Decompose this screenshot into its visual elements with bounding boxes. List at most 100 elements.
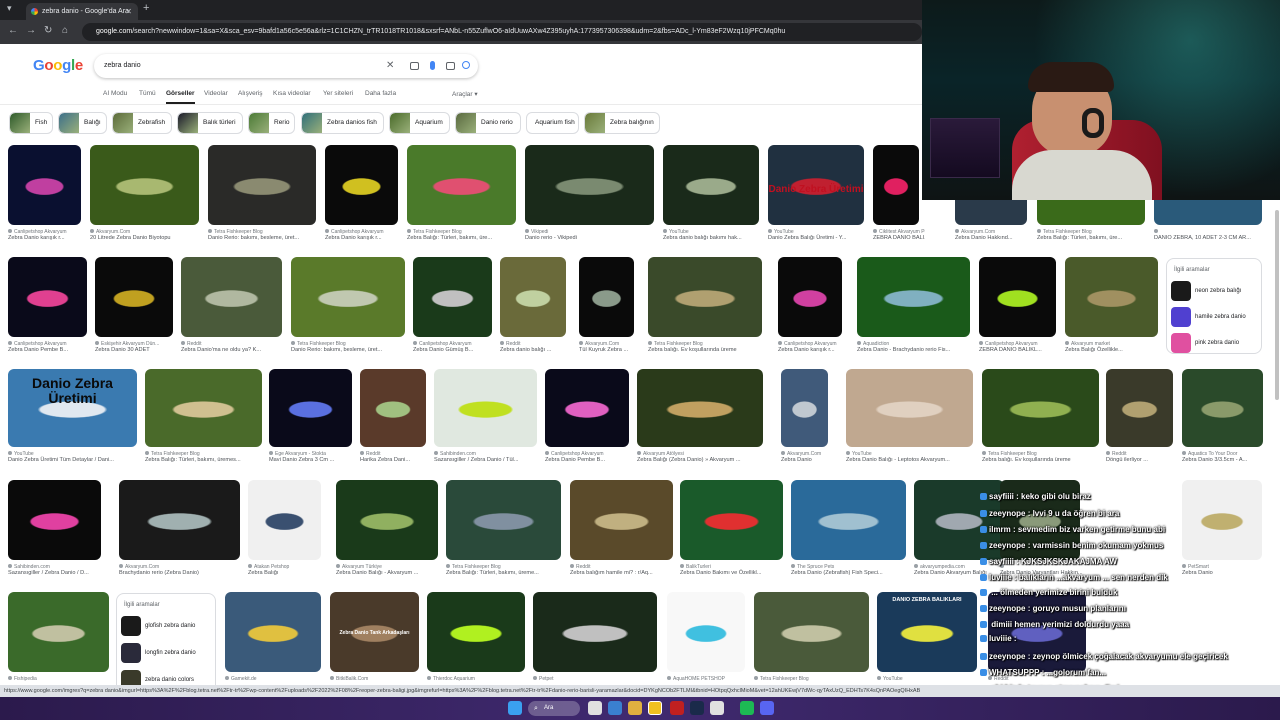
file-explorer-icon[interactable] bbox=[628, 701, 642, 715]
home-icon[interactable]: ⌂ bbox=[62, 25, 68, 36]
image-result-thumbnail[interactable] bbox=[446, 480, 561, 560]
image-result-caption[interactable]: Akvaryum Atölyesi Zebra Balığı (Zebra Dan… bbox=[637, 451, 769, 463]
image-result-thumbnail[interactable] bbox=[754, 592, 869, 672]
image-result-caption[interactable]: Reddit Döngü ilerliyor ... bbox=[1106, 451, 1179, 463]
image-result-caption[interactable]: YouTube Danio Zebra Balığı Üretimi - Y... bbox=[768, 229, 870, 241]
chip-danio-rerio[interactable]: Danio rerio bbox=[455, 112, 521, 134]
forward-icon[interactable]: → bbox=[26, 25, 36, 36]
image-result-caption[interactable]: Ege Akvaryum - Stokta Mavi Danio Zebra 3 … bbox=[269, 451, 358, 463]
image-result-caption[interactable]: Canlipetshop Akvaryum Zebra Danio Pembe B… bbox=[545, 451, 635, 463]
image-result-thumbnail[interactable] bbox=[857, 257, 970, 337]
chip-aquarium[interactable]: Aquarium bbox=[389, 112, 450, 134]
image-result-caption[interactable]: Akvaryum.Com Brachydanio rerio (Zebra Dan… bbox=[119, 564, 246, 576]
task-view-icon[interactable] bbox=[588, 701, 602, 715]
image-result-thumbnail[interactable] bbox=[8, 145, 81, 225]
tab-tümü[interactable]: Tümü bbox=[139, 90, 156, 97]
image-result-thumbnail[interactable] bbox=[680, 480, 783, 560]
image-result-caption[interactable]: Tetra Fishkeeper Blog Zebra balığı. Ev ko… bbox=[648, 341, 768, 353]
image-result-thumbnail[interactable] bbox=[1182, 369, 1263, 447]
steam-icon[interactable] bbox=[690, 701, 704, 715]
image-result-thumbnail[interactable] bbox=[90, 145, 199, 225]
image-result-caption[interactable]: Canlipetshop Akvaryum Zebra Danio Pembe B… bbox=[8, 341, 93, 353]
image-result-caption[interactable]: YouTube bbox=[877, 676, 983, 682]
image-result-caption[interactable]: The Spruce Pets Zebra Danio (Zebrafish) F… bbox=[791, 564, 912, 576]
tab-ai-modu[interactable]: AI Modu bbox=[103, 90, 127, 97]
image-result-caption[interactable]: Petpet bbox=[533, 676, 663, 682]
image-result-thumbnail[interactable] bbox=[791, 480, 906, 560]
new-tab-button[interactable]: + bbox=[143, 2, 149, 14]
image-result-thumbnail[interactable] bbox=[325, 145, 398, 225]
image-result-caption[interactable]: Atakan Petshop Zebra Balığı bbox=[248, 564, 327, 576]
tab-search-icon[interactable]: ▾ bbox=[7, 3, 12, 14]
image-result-thumbnail[interactable] bbox=[413, 257, 492, 337]
chip-zebrafish[interactable]: Zebrafish bbox=[112, 112, 172, 134]
image-result-caption[interactable]: Tetra Fishkeeper Blog Zebra balığı. Ev ko… bbox=[982, 451, 1105, 463]
image-result-caption[interactable]: Eskişehir Akvaryum Dün... Zebra Danio 30 … bbox=[95, 341, 179, 353]
image-result-thumbnail[interactable] bbox=[570, 480, 673, 560]
related-item[interactable]: neon zebra balığı bbox=[1171, 281, 1263, 301]
related-item[interactable]: hamile zebra danio bbox=[1171, 307, 1263, 327]
image-result-caption[interactable]: BalikTurleri Zebra Danio Bakımı ve Özelli… bbox=[680, 564, 789, 576]
image-result-caption[interactable]: Akvaryum.Com Tül Kuyruk Zebra ... bbox=[579, 341, 640, 353]
clear-search-icon[interactable]: ✕ bbox=[386, 54, 394, 78]
chip-fish[interactable]: Fish bbox=[9, 112, 53, 134]
image-result-caption[interactable]: Tetra Fishkeeper Blog bbox=[754, 676, 875, 682]
image-result-caption[interactable]: Vikipedi Danio rerio - Vikipedi bbox=[525, 229, 660, 241]
keyboard-icon[interactable] bbox=[410, 62, 419, 70]
tab-kısa-videolar[interactable]: Kısa videolar bbox=[273, 90, 311, 97]
image-result-caption[interactable]: Tetra Fishkeeper Blog Danio Rerio: bakımı… bbox=[291, 341, 411, 353]
browser-tab[interactable]: zebra danio - Google'da Ara ✕ bbox=[26, 3, 138, 20]
image-result-thumbnail[interactable] bbox=[648, 257, 762, 337]
related-item[interactable]: glofish zebra danio bbox=[121, 616, 213, 636]
image-result-thumbnail[interactable] bbox=[291, 257, 405, 337]
image-result-thumbnail[interactable] bbox=[667, 592, 745, 672]
image-result-thumbnail[interactable] bbox=[8, 592, 109, 672]
google-logo[interactable]: Google bbox=[33, 57, 83, 74]
image-result-thumbnail[interactable] bbox=[225, 592, 321, 672]
image-result-thumbnail[interactable] bbox=[427, 592, 525, 672]
image-result-caption[interactable]: Sahibinden.com Sazansıgiller / Zebra Dani… bbox=[8, 564, 107, 576]
image-result-thumbnail[interactable] bbox=[8, 480, 101, 560]
image-result-thumbnail[interactable] bbox=[873, 145, 919, 225]
reload-icon[interactable]: ↻ bbox=[44, 25, 52, 36]
image-result-thumbnail[interactable] bbox=[8, 257, 87, 337]
tab-görseller[interactable]: Görseller bbox=[166, 90, 195, 104]
image-result-thumbnail[interactable] bbox=[781, 369, 828, 447]
image-result-caption[interactable]: Tetra Fishkeeper Blog Zebra Balığı: Türle… bbox=[145, 451, 268, 463]
related-item[interactable]: pink zebra danio bbox=[1171, 333, 1263, 353]
image-result-thumbnail[interactable] bbox=[579, 257, 634, 337]
address-bar[interactable]: google.com/search?newwindow=1&sa=X&sca_e… bbox=[82, 23, 922, 41]
image-result-caption[interactable]: Akvaryum Türkiye Zebra Danio Balığı - Akv… bbox=[336, 564, 444, 576]
image-result-thumbnail[interactable] bbox=[846, 369, 973, 447]
search-icon[interactable] bbox=[462, 61, 470, 69]
microphone-icon[interactable] bbox=[430, 61, 435, 70]
image-result-caption[interactable]: Reddit Zebra balığım hamile mi? : r/Aq... bbox=[570, 564, 679, 576]
image-result-thumbnail[interactable] bbox=[525, 145, 654, 225]
start-icon[interactable] bbox=[508, 701, 522, 715]
image-result-thumbnail[interactable] bbox=[407, 145, 516, 225]
image-result-caption[interactable]: Aquatics To Your Door Zebra Danio 3/3.5cm… bbox=[1182, 451, 1269, 463]
image-result-caption[interactable]: Reddit Zebra danio balığı ... bbox=[500, 341, 572, 353]
image-result-thumbnail[interactable] bbox=[360, 369, 426, 447]
image-result-caption[interactable]: Tetra Fishkeeper Blog Zebra Balığı: Türle… bbox=[407, 229, 522, 241]
image-result-thumbnail[interactable] bbox=[1106, 369, 1173, 447]
image-result-thumbnail[interactable] bbox=[336, 480, 438, 560]
image-result-thumbnail[interactable] bbox=[637, 369, 763, 447]
close-tab-icon[interactable]: ✕ bbox=[125, 3, 132, 20]
search-box[interactable]: zebra danio ✕ bbox=[94, 54, 478, 78]
camera-search-icon[interactable] bbox=[446, 62, 455, 70]
image-result-caption[interactable]: BitkiBalik.Com bbox=[330, 676, 425, 682]
image-result-thumbnail[interactable] bbox=[877, 592, 977, 672]
image-result-caption[interactable]: Akvaryum.Com 20 Litrede Zebra Danio Biyot… bbox=[90, 229, 205, 241]
image-result-caption[interactable]: AquaHOME PETSHOP bbox=[667, 676, 751, 682]
image-result-caption[interactable]: Akvaryum market Zebra Balığı Özellikle... bbox=[1065, 341, 1164, 353]
image-result-caption[interactable]: Akvaryum.Com Zebra Danio Hakkınd... bbox=[955, 229, 1033, 241]
image-result-thumbnail[interactable] bbox=[778, 257, 842, 337]
image-result-caption[interactable]: DANIO ZEBRA, 10 ADET 2-3 CM AR... bbox=[1154, 229, 1268, 241]
chip-zebra-balığının[interactable]: Zebra balığının bbox=[584, 112, 660, 134]
related-item[interactable]: longfin zebra danio bbox=[121, 643, 213, 663]
image-result-caption[interactable]: YouTube Danio Zebra Üretimi Tüm Detaylar … bbox=[8, 451, 143, 463]
image-result-caption[interactable]: YouTube Zebra Danio Balığı - Leptotos Akv… bbox=[846, 451, 979, 463]
image-result-caption[interactable]: Canlipetshop Akvaryum Zebra Danio karışık… bbox=[325, 229, 404, 241]
image-result-thumbnail[interactable] bbox=[269, 369, 352, 447]
